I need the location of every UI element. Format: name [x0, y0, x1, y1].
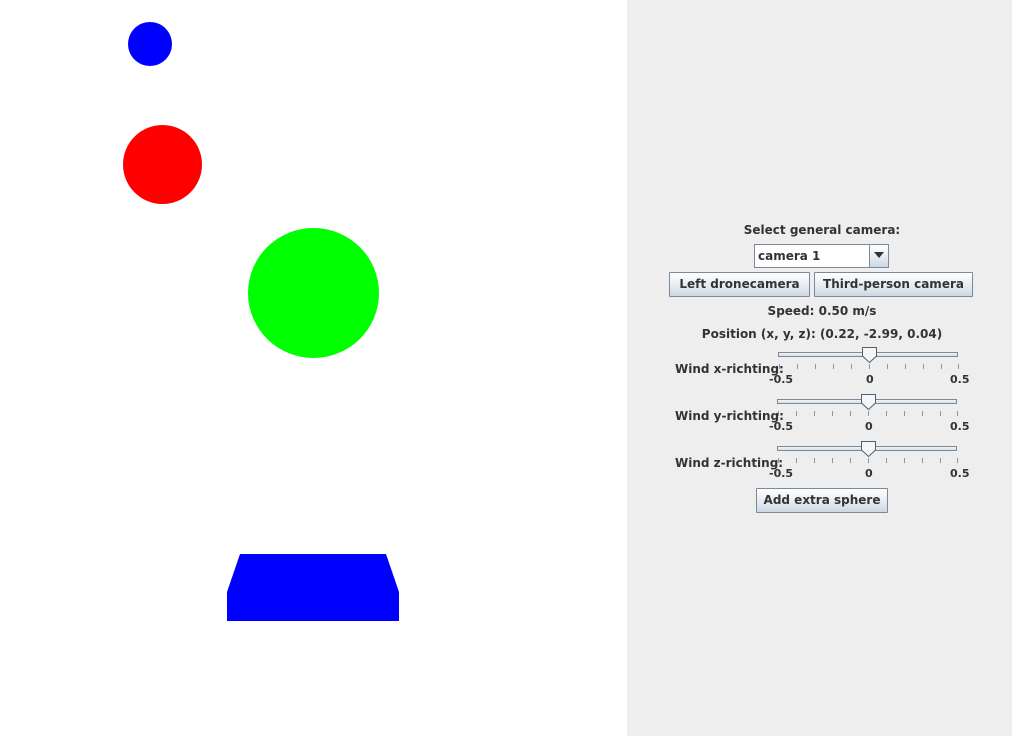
slider-ticks	[779, 364, 959, 369]
left-drone-camera-button[interactable]: Left dronecamera	[669, 272, 810, 297]
slider-min-label: -0.5	[769, 373, 794, 386]
slider-min-label: -0.5	[769, 467, 794, 480]
slider-max-label: 0.5	[950, 420, 970, 433]
wind-z-label: Wind z-richting:	[675, 456, 784, 470]
slider-mid-label: 0	[865, 467, 873, 480]
slider-thumb[interactable]	[860, 394, 876, 410]
wind-x-slider[interactable]: -0.5 0 0.5	[769, 347, 970, 387]
slider-mid-label: 0	[866, 373, 874, 386]
wind-x-label: Wind x-richting:	[675, 362, 784, 376]
wind-y-slider[interactable]: -0.5 0 0.5	[769, 394, 970, 434]
slider-mid-label: 0	[865, 420, 873, 433]
camera-select-label: Select general camera:	[743, 223, 901, 237]
slider-max-label: 0.5	[950, 373, 970, 386]
3d-viewport[interactable]	[0, 0, 627, 736]
slider-ticks	[778, 458, 958, 463]
position-readout: Position (x, y, z): (0.22, -2.99, 0.04)	[701, 327, 943, 341]
wind-y-label: Wind y-richting:	[675, 409, 784, 423]
green-sphere	[248, 228, 379, 358]
slider-ticks	[778, 411, 958, 416]
wind-z-slider[interactable]: -0.5 0 0.5	[769, 441, 970, 481]
slider-min-label: -0.5	[769, 420, 794, 433]
red-sphere	[123, 125, 202, 204]
slider-thumb[interactable]	[860, 441, 876, 457]
add-extra-sphere-button[interactable]: Add extra sphere	[756, 488, 888, 513]
slider-thumb[interactable]	[861, 347, 877, 363]
drone-body	[227, 554, 399, 621]
speed-readout: Speed: 0.50 m/s	[767, 304, 877, 318]
app-window: Select general camera: camera 1 Left dro…	[0, 0, 1012, 736]
chevron-down-icon[interactable]	[869, 245, 888, 267]
camera-select[interactable]: camera 1	[754, 244, 889, 268]
camera-select-value: camera 1	[758, 249, 821, 263]
slider-max-label: 0.5	[950, 467, 970, 480]
blue-sphere	[128, 22, 172, 66]
third-person-camera-button[interactable]: Third-person camera	[814, 272, 973, 297]
